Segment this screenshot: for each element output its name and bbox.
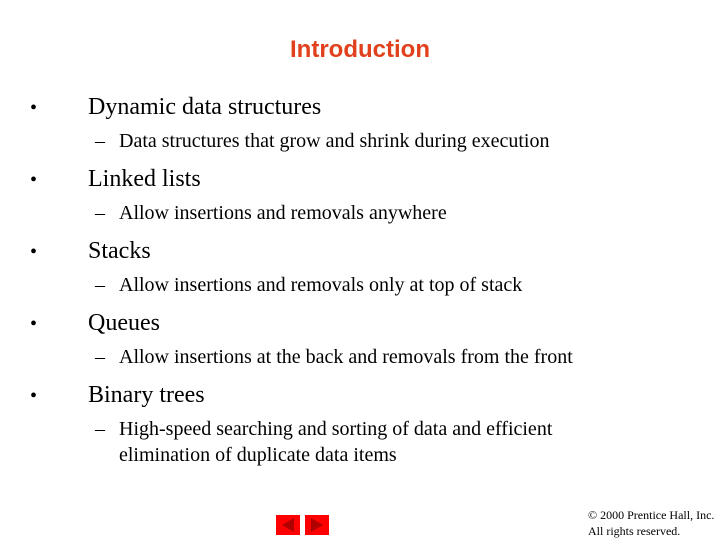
dash-glyph: – bbox=[95, 130, 105, 152]
copyright-line-1: © 2000 Prentice Hall, Inc. bbox=[588, 508, 715, 522]
bullet-glyph: • bbox=[30, 169, 38, 191]
bullet-text: Dynamic data structures bbox=[88, 94, 322, 120]
slide-title: Introduction bbox=[290, 36, 430, 63]
triangle-right-icon bbox=[311, 518, 323, 532]
sub-bullet-text: High-speed searching and sorting of data… bbox=[119, 418, 553, 440]
sub-bullet-item: – Data structures that grow and shrink du… bbox=[95, 128, 549, 154]
bullet-text: Stacks bbox=[88, 238, 151, 264]
bullet-item: • Linked lists bbox=[30, 165, 201, 194]
sub-bullet-text: Data structures that grow and shrink dur… bbox=[119, 130, 550, 152]
copyright-line-2: All rights reserved. bbox=[588, 524, 681, 538]
dash-glyph: – bbox=[95, 202, 105, 224]
sub-bullet-text-continued: elimination of duplicate data items bbox=[119, 444, 397, 466]
sub-bullet-item: – Allow insertions and removals anywhere bbox=[95, 200, 447, 226]
dash-glyph: – bbox=[95, 346, 105, 368]
bullet-glyph: • bbox=[30, 241, 38, 263]
sub-bullet-text: Allow insertions and removals only at to… bbox=[119, 274, 523, 296]
bullet-glyph: • bbox=[30, 313, 38, 335]
copyright-notice: © 2000 Prentice Hall, Inc. All rights re… bbox=[588, 507, 714, 539]
next-slide-button[interactable] bbox=[305, 515, 329, 535]
dash-glyph: – bbox=[95, 418, 105, 440]
bullet-item: • Dynamic data structures bbox=[30, 93, 321, 122]
dash-glyph: – bbox=[95, 274, 105, 296]
bullet-text: Queues bbox=[88, 310, 160, 336]
sub-bullet-item: – High-speed searching and sorting of dat… bbox=[95, 416, 552, 468]
bullet-text: Binary trees bbox=[88, 382, 205, 408]
bullet-item: • Stacks bbox=[30, 237, 151, 266]
previous-slide-button[interactable] bbox=[276, 515, 300, 535]
bullet-item: • Queues bbox=[30, 309, 160, 338]
bullet-glyph: • bbox=[30, 97, 38, 119]
bullet-text: Linked lists bbox=[88, 166, 201, 192]
triangle-left-icon bbox=[282, 518, 294, 532]
bullet-item: • Binary trees bbox=[30, 381, 205, 410]
sub-bullet-text: Allow insertions and removals anywhere bbox=[119, 202, 447, 224]
slide-navigation bbox=[276, 515, 329, 535]
sub-bullet-item: – Allow insertions and removals only at t… bbox=[95, 272, 522, 298]
sub-bullet-item: – Allow insertions at the back and remova… bbox=[95, 344, 573, 370]
bullet-glyph: • bbox=[30, 385, 38, 407]
sub-bullet-text: Allow insertions at the back and removal… bbox=[119, 346, 573, 368]
